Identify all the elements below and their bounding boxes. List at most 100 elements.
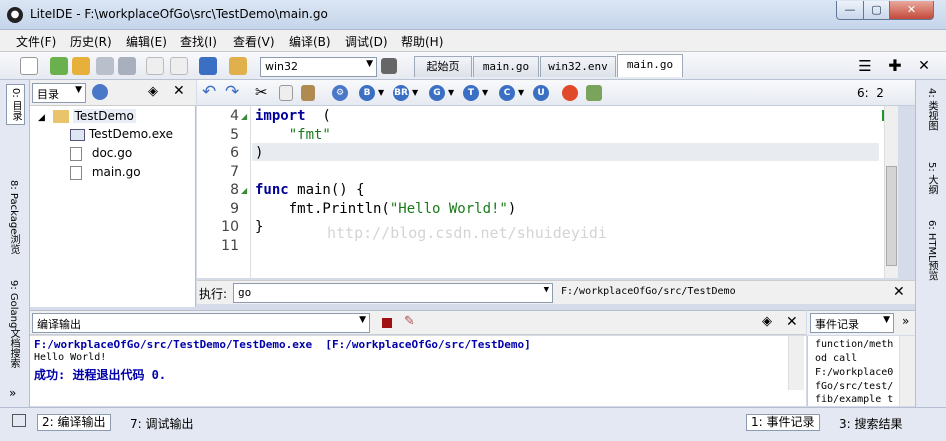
tab-event-log[interactable]: 1: 事件记录 [746,414,820,431]
new-file-icon[interactable] [20,57,38,75]
chevron-down-icon[interactable]: ▼ [518,88,524,97]
line-number: 7 [230,163,239,180]
output-scrollbar[interactable] [788,336,804,390]
fold-marker-icon[interactable]: ◢ [241,112,247,121]
copy-icon[interactable] [279,85,293,101]
line-number: 10 [221,219,239,235]
code-line: } [255,219,264,235]
close-tab-icon[interactable]: ✕ [915,57,933,75]
open-folder-icon[interactable] [72,57,90,75]
menu-debug[interactable]: 调试(D) [345,33,388,50]
tab-class-view[interactable]: 4: 类视图 [924,88,939,131]
build-b-button[interactable]: B [359,85,375,101]
run-icon[interactable] [586,85,602,101]
home-icon[interactable] [199,57,217,75]
window-title: LiteIDE - F:\workplaceOfGo\src\TestDemo\… [30,7,328,21]
chevron-down-icon: ▼ [359,315,366,325]
save-icon[interactable] [96,57,114,75]
stop-output-icon[interactable] [382,318,392,328]
minimize-button[interactable]: — [836,1,864,20]
save-all-icon[interactable] [118,57,136,75]
tree-label: doc.go [91,146,133,160]
chevron-down-icon[interactable]: ▼ [412,88,418,97]
events-combo[interactable]: 事件记录 ▼ [810,313,894,333]
open-file-icon[interactable] [50,57,68,75]
editor-scrollbar[interactable] [884,106,898,278]
tab-outline[interactable]: 5: 大纲 [924,162,939,195]
code-editor[interactable]: 4 ◢ import (5 "fmt" 6) 7 8 ◢ func main() {9 fmt… [197,106,897,278]
redo-icon[interactable]: ↷ [225,82,239,102]
scrollbar-thumb[interactable] [886,166,897,266]
tree-row[interactable]: doc.go [70,144,132,162]
executable-icon [70,128,85,141]
menu-edit[interactable]: 编辑(E) [126,33,167,50]
build-g-button[interactable]: G [429,85,445,101]
paste-icon[interactable] [301,85,315,101]
toggle-sidebar-icon[interactable] [12,414,26,427]
directory-combo[interactable]: 目录 ▼ [32,83,86,103]
cut-icon[interactable] [146,57,164,75]
chevron-down-icon[interactable]: ▼ [448,88,454,97]
more-icon[interactable]: » [9,386,16,400]
tab-start-page[interactable]: 起始页 [414,56,472,77]
chevron-down-icon[interactable]: ▼ [378,88,384,97]
tree-row[interactable]: TestDemo.exe [70,125,173,143]
build-br-button[interactable]: BR [393,85,409,101]
close-exec-icon[interactable]: ✕ [893,284,905,300]
menu-view[interactable]: 查看(V) [233,33,275,50]
paste-icon[interactable] [170,57,188,75]
exec-command-combo[interactable]: go ▼ [233,283,553,303]
tree-row[interactable]: ◢ TestDemo [38,107,136,125]
close-panel-icon[interactable]: ✕ [173,83,185,99]
chevron-down-icon: ▼ [366,59,373,69]
maximize-button[interactable]: ▢ [863,1,890,20]
add-icon[interactable]: ✚ [886,57,904,75]
tab-build-output[interactable]: 2: 编译输出 [37,414,111,431]
tab-main-go-active[interactable]: main.go [617,54,683,77]
build-t-button[interactable]: T [463,85,479,101]
events-scrollbar[interactable] [899,336,915,406]
close-output-icon[interactable]: ✕ [786,314,798,330]
env-edit-icon[interactable] [381,58,397,74]
tab-search-results[interactable]: 3: 搜索结果 [839,415,903,432]
tree-row[interactable]: main.go [70,163,141,181]
menu-history[interactable]: 历史(R) [70,33,112,50]
tab-win32-env[interactable]: win32.env [540,56,616,77]
undo-icon[interactable]: ↶ [202,82,216,102]
gear-icon[interactable]: ⚙ [332,85,348,101]
build-c-button[interactable]: C [499,85,515,101]
more-icon[interactable]: » [902,314,909,328]
menu-file[interactable]: 文件(F) [16,33,56,50]
tab-directory[interactable]: 0: 目录 [6,84,25,125]
env-icon[interactable] [229,57,247,75]
menu-find[interactable]: 查找(I) [180,33,217,50]
float-icon[interactable]: ◈ [148,84,158,99]
fold-marker-icon[interactable]: ◢ [241,186,247,195]
line-number: 9 [230,200,239,217]
build-u-button[interactable]: U [533,85,549,101]
cut-icon[interactable]: ✂ [255,83,268,101]
tab-package-browser[interactable]: 8: Package浏览 [6,180,21,254]
gear-icon[interactable] [92,84,108,100]
output-combo[interactable]: 编译输出 ▼ [32,313,370,333]
file-panel-header: 目录 ▼ ◈ ✕ [30,80,196,106]
close-button[interactable]: ✕ [889,1,934,20]
tab-html-preview[interactable]: 6: HTML预览 [924,220,939,281]
float-icon[interactable]: ◈ [762,314,772,329]
clear-output-icon[interactable]: ✎ [404,314,415,329]
editor-toolbar: ↶ ↷ ✂ ⚙ B ▼ BR ▼ G ▼ T ▼ C ▼ U 6: 2 [197,80,915,106]
env-combo-value: win32 [265,60,299,73]
tab-golang-doc-search[interactable]: 9: Golang文档搜索 [6,280,21,368]
list-icon[interactable]: ☰ [856,57,874,75]
tab-debug-output[interactable]: 7: 调试输出 [130,415,194,432]
env-combo[interactable]: win32 ▼ [260,57,377,77]
menu-help[interactable]: 帮助(H) [401,33,443,50]
menu-build[interactable]: 编译(B) [289,33,331,50]
build-output[interactable]: F:/workplaceOfGo/src/TestDemo/TestDemo.e… [30,336,806,406]
chevron-down-icon[interactable]: ▼ [482,88,488,97]
menu-bar: 文件(F) 历史(R) 编辑(E) 查找(I) 查看(V) 编译(B) 调试(D… [0,30,946,52]
expand-arrow-icon: ◢ [38,113,45,123]
stop-icon[interactable] [562,85,578,101]
tab-main-go[interactable]: main.go [473,56,539,77]
events-log[interactable]: function/meth od call F:/workplace0 fGo/… [807,336,915,406]
